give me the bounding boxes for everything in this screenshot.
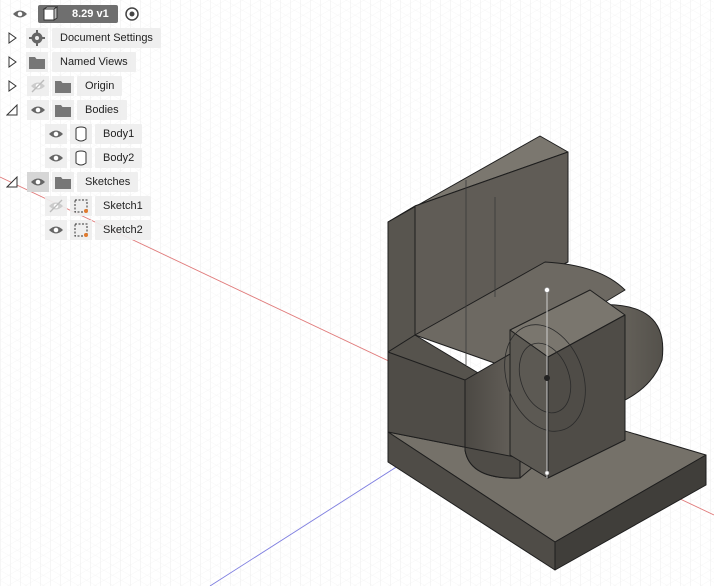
tree-label: Bodies (77, 100, 127, 120)
version-label: 8.29 v1 (72, 8, 109, 20)
document-icon (42, 6, 59, 28)
folder-icon (52, 100, 74, 120)
tree-label: Body1 (95, 124, 143, 144)
sketch-icon (70, 196, 92, 216)
tree-item-origin[interactable]: Origin (0, 75, 160, 97)
collapsed-arrow-icon[interactable] (6, 80, 18, 92)
tree-label: Origin (77, 76, 123, 96)
folder-icon (26, 52, 48, 72)
tree-item-sketch1[interactable]: Sketch1 (0, 195, 160, 217)
folder-icon (52, 172, 74, 192)
tree-label: Sketches (77, 172, 139, 192)
body-icon (70, 124, 92, 144)
gear-icon (26, 28, 48, 48)
folder-icon (52, 76, 74, 96)
tree-item-body1[interactable]: Body1 (0, 123, 160, 145)
tree-item-body2[interactable]: Body2 (0, 147, 160, 169)
tree-label: Document Settings (52, 28, 161, 48)
tree-item-sketch2[interactable]: Sketch2 (0, 219, 160, 241)
eye-icon[interactable] (45, 220, 67, 240)
collapsed-arrow-icon[interactable] (6, 32, 18, 44)
tree-label: Named Views (52, 52, 136, 72)
tree-item-document-settings[interactable]: Document Settings (0, 27, 161, 49)
wall-front-face (387, 205, 416, 353)
sketch-top-point (544, 287, 550, 293)
sketch-icon (70, 220, 92, 240)
eye-icon[interactable] (27, 172, 49, 192)
expanded-arrow-icon[interactable] (6, 176, 18, 188)
version-badge: 8.29 v1 (38, 5, 118, 23)
sketch-bottom-point (544, 470, 550, 476)
sketch-center-point (544, 375, 550, 381)
expanded-arrow-icon[interactable] (6, 104, 18, 116)
body-icon (70, 148, 92, 168)
eye-hidden-icon[interactable] (45, 196, 67, 216)
tree-item-bodies[interactable]: Bodies (0, 99, 160, 121)
radio-target-icon[interactable] (124, 6, 140, 25)
tree-label: Sketch2 (95, 220, 151, 240)
eye-icon[interactable] (27, 100, 49, 120)
tree-label: Body2 (95, 148, 143, 168)
collapsed-arrow-icon[interactable] (6, 56, 18, 68)
eye-icon[interactable] (45, 124, 67, 144)
tree-item-named-views[interactable]: Named Views (0, 51, 160, 73)
eye-icon[interactable] (12, 7, 28, 24)
tree-item-sketches[interactable]: Sketches (0, 171, 160, 193)
eye-icon[interactable] (45, 148, 67, 168)
eye-hidden-icon[interactable] (27, 76, 49, 96)
tree-label: Sketch1 (95, 196, 151, 216)
